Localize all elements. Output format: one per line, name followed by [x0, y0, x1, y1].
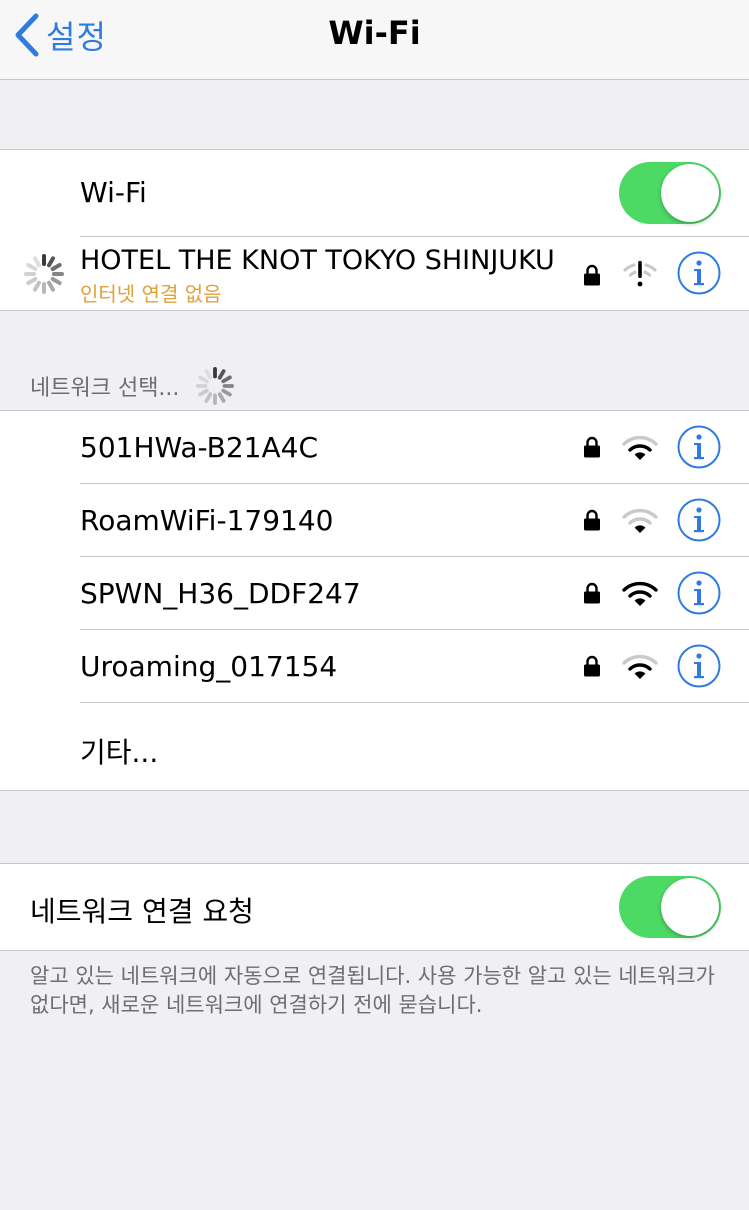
- ask-to-join-label: 네트워크 연결 요청: [30, 895, 254, 928]
- lock-icon: [584, 655, 600, 677]
- network-info-button[interactable]: [677, 498, 721, 542]
- network-row-3[interactable]: Uroaming_017154: [0, 630, 749, 703]
- network-info-button[interactable]: [677, 425, 721, 469]
- navigation-bar: 설정 Wi-Fi: [0, 0, 749, 80]
- wifi-signal-icon: [622, 435, 658, 460]
- network-name: Uroaming_017154: [80, 650, 338, 683]
- networks-list: 501HWa-B21A4C RoamWiFi-179140 SPWN_H36_D…: [0, 410, 749, 791]
- network-name: SPWN_H36_DDF247: [80, 577, 361, 610]
- page-title: Wi-Fi: [328, 14, 421, 52]
- network-row-2[interactable]: SPWN_H36_DDF247: [0, 557, 749, 630]
- ask-to-join-description: 알고 있는 네트워크에 자동으로 연결됩니다. 사용 가능한 알고 있는 네트워…: [30, 964, 715, 1017]
- current-network-name: HOTEL THE KNOT TOKYO SHINJUKU: [80, 245, 555, 276]
- wifi-signal-icon: [622, 654, 658, 679]
- current-network-status: 인터넷 연결 없음: [80, 282, 222, 306]
- connecting-spinner-icon: [24, 254, 64, 294]
- wifi-no-internet-icon: [623, 261, 657, 287]
- network-row-0[interactable]: 501HWa-B21A4C: [0, 411, 749, 484]
- other-network-row[interactable]: 기타...: [0, 703, 749, 790]
- toggle-knob: [661, 878, 719, 936]
- lock-icon: [584, 509, 600, 531]
- scanning-spinner-icon: [196, 366, 235, 406]
- ask-to-join-toggle[interactable]: [619, 876, 721, 938]
- network-info-button[interactable]: [677, 571, 721, 615]
- networks-section-header: 네트워크 선택...: [30, 366, 235, 406]
- wifi-toggle-label: Wi-Fi: [80, 176, 147, 209]
- other-network-label: 기타...: [80, 736, 159, 769]
- toggle-knob: [661, 164, 719, 222]
- networks-section-header-label: 네트워크 선택...: [30, 376, 180, 401]
- network-name: 501HWa-B21A4C: [80, 431, 319, 464]
- ask-to-join-group: 네트워크 연결 요청: [0, 863, 749, 951]
- lock-icon: [584, 582, 600, 604]
- lock-icon: [584, 264, 600, 286]
- wifi-signal-icon: [622, 581, 658, 606]
- wifi-signal-icon: [622, 508, 658, 533]
- ask-to-join-row: 네트워크 연결 요청: [0, 864, 749, 950]
- wifi-toggle[interactable]: [619, 162, 721, 224]
- lock-icon: [584, 436, 600, 458]
- network-info-button[interactable]: [677, 644, 721, 688]
- wifi-group: Wi-Fi HOTEL THE KNOT TOKYO SHINJUKU 인터넷 …: [0, 149, 749, 311]
- current-network-info-button[interactable]: [677, 251, 721, 295]
- wifi-toggle-row: Wi-Fi: [0, 150, 749, 237]
- network-row-1[interactable]: RoamWiFi-179140: [0, 484, 749, 557]
- current-network-row[interactable]: HOTEL THE KNOT TOKYO SHINJUKU 인터넷 연결 없음: [0, 237, 749, 310]
- network-name: RoamWiFi-179140: [80, 504, 334, 537]
